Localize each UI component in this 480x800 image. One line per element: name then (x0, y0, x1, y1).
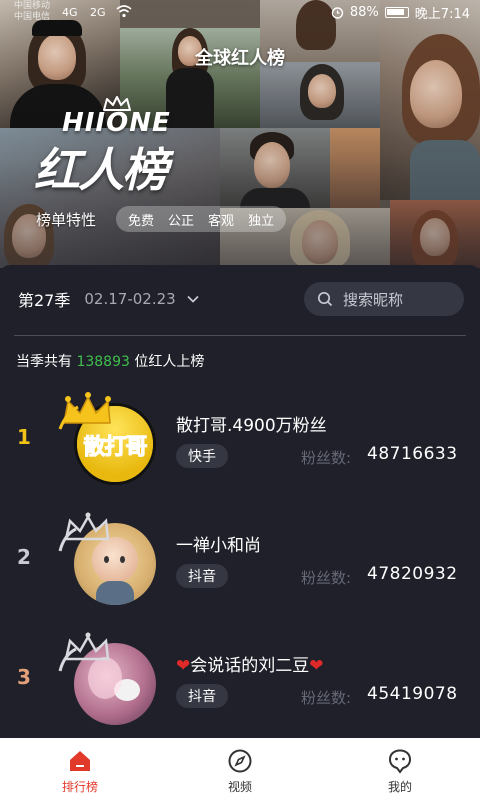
heart-icon: ❤ (176, 656, 191, 676)
carrier-2: 中国电信 (14, 12, 51, 22)
bronze-crown-icon (58, 632, 110, 672)
alarm-icon (331, 7, 344, 19)
rank-number: 1 (17, 425, 31, 449)
tab-label: 我的 (387, 780, 412, 794)
bottom-tab-bar: 排行榜 视频 我的 (0, 738, 480, 800)
silver-crown-icon (58, 512, 110, 552)
search-input[interactable]: 搜索昵称 (304, 282, 464, 316)
feature-item: 公正 (168, 213, 195, 229)
rank-number: 2 (17, 545, 31, 569)
features-pill: 免费 公正 客观 独立 (116, 206, 287, 232)
season-summary: 当季共有 138893 位红人上榜 (16, 351, 204, 371)
influencer-name: 一禅小和尚 (176, 536, 261, 556)
summary-suffix: 位红人上榜 (134, 354, 205, 370)
fans-count: 47820932 (367, 564, 458, 584)
influencer-name: 散打哥.4900万粉丝 (176, 416, 327, 436)
feature-item: 客观 (208, 213, 235, 229)
tab-mine[interactable]: 我的 (320, 738, 480, 800)
status-bar: 中国移动 中国电信 4G 2G 88% 晚上7:14 (0, 0, 480, 24)
fans-label: 粉丝数: (301, 449, 352, 467)
season-selector[interactable]: 第27季 02.17-02.23 (18, 287, 200, 311)
fans-label: 粉丝数: (301, 689, 352, 707)
network-type-1: 4G (62, 6, 78, 19)
carrier-1: 中国移动 (14, 1, 51, 11)
search-placeholder: 搜索昵称 (343, 290, 404, 309)
search-icon (317, 291, 333, 307)
season-dates: 02.17-02.23 (84, 290, 176, 308)
divider (14, 335, 466, 336)
summary-prefix: 当季共有 (16, 354, 72, 370)
feature-item: 免费 (128, 213, 155, 229)
platform-badge: 抖音 (176, 564, 228, 588)
fans-label: 粉丝数: (301, 569, 352, 587)
hiione-logo: HIIONE 红人榜 (34, 96, 204, 197)
season-label: 第27季 (18, 291, 71, 310)
tab-label: 排行榜 (61, 780, 98, 794)
platform-badge: 抖音 (176, 684, 228, 708)
influencer-name-text: 会说话的刘二豆 (190, 656, 310, 676)
fans-count: 48716633 (367, 444, 458, 464)
ranking-panel: 第27季 02.17-02.23 搜索昵称 当季共有 138893 位红人上榜 … (0, 265, 480, 738)
compass-icon (228, 749, 252, 773)
chevron-down-icon (187, 295, 199, 303)
features-label: 榜单特性 (36, 210, 97, 229)
influencer-name: ❤会说话的刘二豆❤ (176, 651, 324, 676)
wifi-icon (116, 5, 132, 18)
feature-item: 独立 (248, 213, 275, 229)
tab-label: 视频 (227, 780, 252, 794)
gold-crown-icon (58, 392, 111, 430)
battery-icon (384, 7, 409, 18)
tab-ranking[interactable]: 排行榜 (0, 738, 160, 800)
rank-number: 3 (17, 665, 31, 689)
hero-title: 全球红人榜 (195, 48, 285, 69)
carrier-labels: 中国移动 中国电信 (14, 1, 50, 23)
fans-count: 45419078 (367, 684, 458, 704)
platform-badge: 快手 (176, 444, 228, 468)
network-type-2: 2G (90, 6, 106, 19)
heart-icon: ❤ (309, 656, 324, 676)
summary-count: 138893 (76, 354, 130, 370)
tab-video[interactable]: 视频 (160, 738, 320, 800)
home-icon (70, 751, 90, 771)
features-row: 榜单特性 免费 公正 客观 独立 (36, 206, 287, 232)
ranking-row[interactable]: 1 散打哥 散打哥.4900万粉丝 快手 粉丝数: 48716633 (0, 392, 480, 493)
chat-face-icon (388, 749, 412, 774)
ranking-row[interactable]: 2 一禅小和尚 抖音 粉丝数: 47820932 (0, 512, 480, 613)
battery-percent: 88% (349, 5, 379, 20)
clock: 晚上7:14 (414, 7, 470, 22)
status-right: 88% 晚上7:14 (331, 3, 470, 22)
ranking-row[interactable]: 3 ❤会说话的刘二豆❤ 抖音 粉丝数: 45419078 (0, 632, 480, 733)
logo-main: 红人榜 (34, 143, 168, 197)
